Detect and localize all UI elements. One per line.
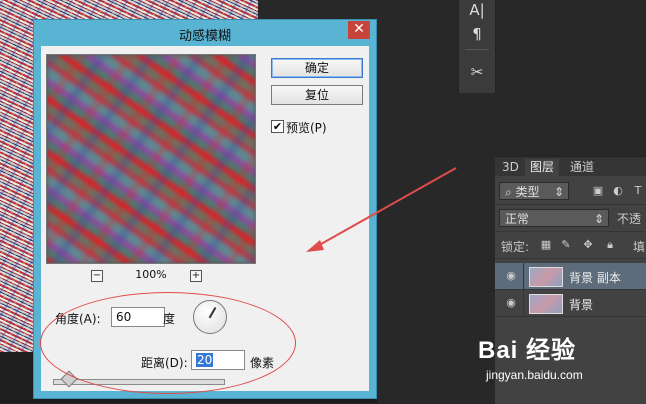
zoom-level: 100%: [135, 268, 167, 281]
layer-filter-row: ⌕ 类型 ⇕ ▣ ◐ T: [495, 178, 646, 205]
zoom-out-button[interactable]: −: [91, 270, 103, 282]
fill-label: 填: [633, 240, 646, 254]
visibility-eye-icon[interactable]: ◉: [504, 270, 518, 282]
blend-row: 正常 ⇕ 不透: [495, 205, 646, 232]
layer-row[interactable]: ◉ 背景 副本: [495, 263, 646, 290]
chevron-icon: ⇕: [553, 185, 564, 199]
dialog-titlebar[interactable]: 动感模糊 ✕: [34, 20, 376, 46]
panel-tabs: 3D 图层 通道: [495, 157, 646, 176]
watermark-logo-text: Bai 经验: [478, 337, 577, 364]
preview-checkbox[interactable]: ✔: [271, 120, 284, 133]
close-button[interactable]: ✕: [348, 21, 370, 39]
paragraph-icon[interactable]: ¶: [467, 24, 487, 44]
tab-channels[interactable]: 通道: [565, 159, 599, 176]
layer-row[interactable]: ◉ 背景: [495, 290, 646, 317]
lock-position-icon[interactable]: ✥: [581, 238, 595, 252]
lock-label: 锁定:: [501, 240, 530, 254]
filter-kind-label: 类型: [515, 185, 540, 199]
pixel-filter-icon[interactable]: ▣: [591, 184, 605, 198]
type-filter-icon[interactable]: T: [631, 184, 645, 198]
divider: [465, 49, 489, 50]
blend-mode-select[interactable]: 正常 ⇕: [499, 209, 609, 227]
lock-all-icon[interactable]: 🔒︎: [603, 238, 617, 252]
search-icon: ⌕: [505, 185, 516, 199]
tool-presets-icon[interactable]: ✂: [467, 62, 487, 82]
dialog-title: 动感模糊: [178, 29, 231, 44]
lock-image-icon[interactable]: ✎: [559, 238, 573, 252]
preview-checkbox-label: 预览(P): [286, 121, 327, 135]
layer-thumbnail: [529, 267, 563, 287]
opacity-label: 不透: [617, 212, 642, 226]
layer-thumbnail: [529, 294, 563, 314]
annotation-ellipse: [40, 292, 296, 394]
annotation-arrow: [306, 167, 457, 252]
layers-panel: 3D 图层 通道 ⌕ 类型 ⇕ ▣ ◐ T 正常 ⇕ 不透 锁定: ▦ ✎ ✥ 🔒︎…: [495, 156, 646, 404]
preview-image-overlay: [47, 55, 255, 263]
chevron-icon: ⇕: [593, 212, 604, 226]
preview-area[interactable]: [46, 54, 256, 264]
layer-name: 背景: [569, 298, 594, 312]
divider: [523, 263, 524, 289]
ok-button[interactable]: 确定: [271, 58, 363, 78]
tab-layers[interactable]: 图层: [525, 159, 560, 176]
tab-3d[interactable]: 3D: [497, 159, 524, 176]
reset-button[interactable]: 复位: [271, 85, 363, 105]
zoom-in-button[interactable]: +: [190, 270, 202, 282]
lock-transparent-icon[interactable]: ▦: [539, 238, 553, 252]
character-icon[interactable]: A|: [467, 0, 487, 20]
watermark-url: jingyan.baidu.com: [486, 368, 583, 382]
tools-panel: A| ¶ ✂: [458, 0, 496, 93]
visibility-eye-icon[interactable]: ◉: [504, 297, 518, 309]
zoom-controls: − 100% +: [91, 268, 211, 284]
layer-name: 背景 副本: [569, 271, 621, 285]
adjustment-filter-icon[interactable]: ◐: [611, 184, 625, 198]
divider: [523, 290, 524, 316]
blend-mode-value: 正常: [505, 212, 530, 226]
lock-row: 锁定: ▦ ✎ ✥ 🔒︎ 填: [495, 232, 646, 259]
filter-kind-select[interactable]: ⌕ 类型 ⇕: [499, 182, 569, 200]
